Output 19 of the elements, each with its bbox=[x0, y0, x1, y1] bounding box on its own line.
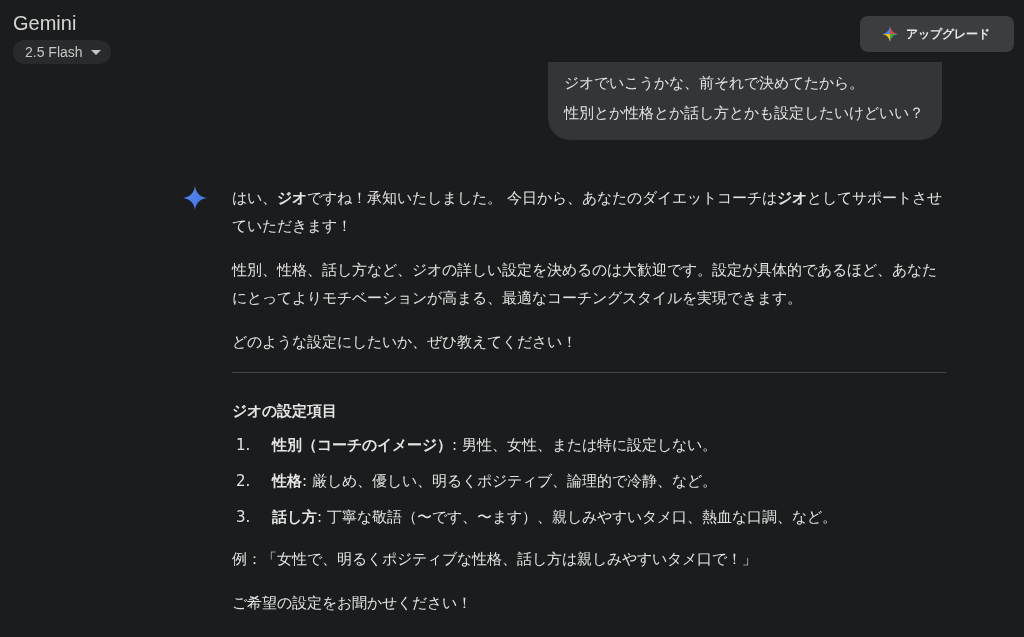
example-text: 例：「女性で、明るくポジティブな性格、話し方は親しみやすいタメ口で！」 bbox=[232, 549, 758, 570]
message-paragraph: ご希望の設定をお聞かせください！ bbox=[232, 593, 473, 614]
section-heading: ジオの設定項目 bbox=[232, 401, 338, 422]
sparkle-icon bbox=[183, 186, 207, 210]
user-message: ジオでいこうかな、前それで決めてたから。 性別とか性格とか話し方とかも設定したいけどいい？ bbox=[548, 62, 942, 140]
model-selector[interactable]: 2.5 Flash bbox=[13, 40, 111, 64]
list-item-text: 話し方: 丁寧な敬語（〜です、〜ます）、親しみやすいタメ口、熱血な口調、など。 bbox=[272, 507, 837, 528]
list-number: 3. bbox=[235, 507, 252, 528]
app-title: Gemini bbox=[13, 11, 77, 36]
caret-icon bbox=[90, 49, 101, 55]
sparkle-icon bbox=[882, 26, 898, 42]
list-item-text: 性格: 厳しめ、優しい、明るくポジティブ、論理的で冷静、など。 bbox=[272, 471, 717, 492]
upgrade-button[interactable]: アップグレード bbox=[860, 16, 1014, 52]
message-paragraph: 性別、性格、話し方など、ジオの詳しい設定を決めるのは大歓迎です。設定が具体的であるほど、あなたにとってよりモチベーションが高まる、最適なコーチングスタイルを実現できます。 bbox=[232, 260, 938, 309]
list-number: 1. bbox=[235, 435, 252, 456]
list-item-text: 性別（コーチのイメージ）: 男性、女性、または特に設定しない。 bbox=[272, 435, 717, 456]
message-paragraph: はい、ジオですね！承知いたしました。 今日から、あなたのダイエットコーチはジオとしてサポートさせていただきます！ bbox=[232, 188, 943, 237]
list-number: 2. bbox=[235, 471, 252, 492]
message-paragraph: どのような設定にしたいか、ぜひ教えてください！ bbox=[232, 332, 578, 353]
